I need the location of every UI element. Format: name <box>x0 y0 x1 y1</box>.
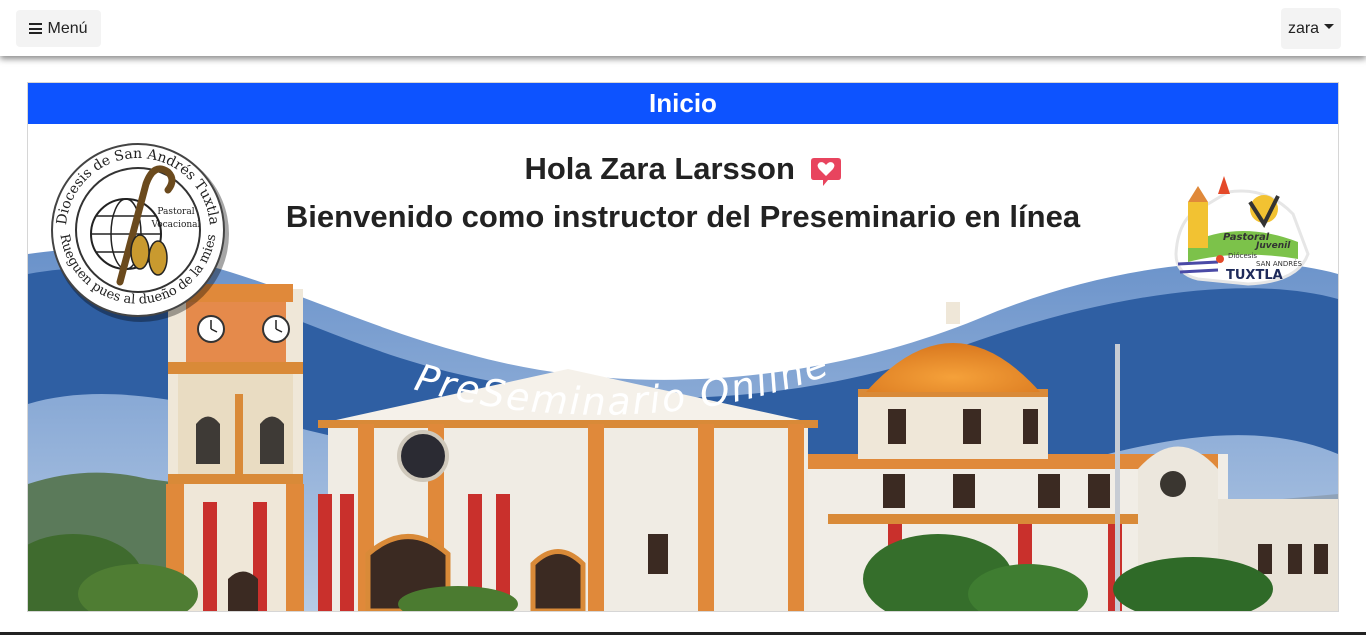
banner-illustration: PreSeminario Online Diocesis de San Andr… <box>28 124 1338 611</box>
bars-icon <box>29 21 43 37</box>
greeting-heading: Hola Zara Larsson <box>28 151 1338 187</box>
menu-button[interactable]: Menú <box>16 10 101 47</box>
user-label: zara <box>1287 19 1320 37</box>
greeting-text: Hola Zara Larsson <box>524 151 795 186</box>
welcome-heading: Bienvenido como instructor del Presemina… <box>285 199 1081 234</box>
top-navbar: Menú zara <box>0 0 1366 56</box>
home-card: Inicio PreSeminario Online Diocesis de S… <box>27 82 1339 612</box>
youth-logo-text-5: TUXTLA <box>1226 268 1283 283</box>
youth-logo-text-4: SAN ANDRÉS <box>1256 259 1303 268</box>
youth-logo-text-2: Juvenil <box>1254 241 1291 251</box>
user-dropdown-button[interactable]: zara <box>1281 8 1341 49</box>
welcome-banner: PreSeminario Online Diocesis de San Andr… <box>28 124 1338 611</box>
card-header: Inicio <box>28 83 1338 124</box>
heart-message-icon <box>810 157 841 186</box>
caret-down-icon <box>1324 24 1335 29</box>
youth-logo-text-3: Diócesis <box>1228 252 1257 260</box>
page-title: Inicio <box>649 88 717 118</box>
menu-label: Menú <box>47 19 88 37</box>
